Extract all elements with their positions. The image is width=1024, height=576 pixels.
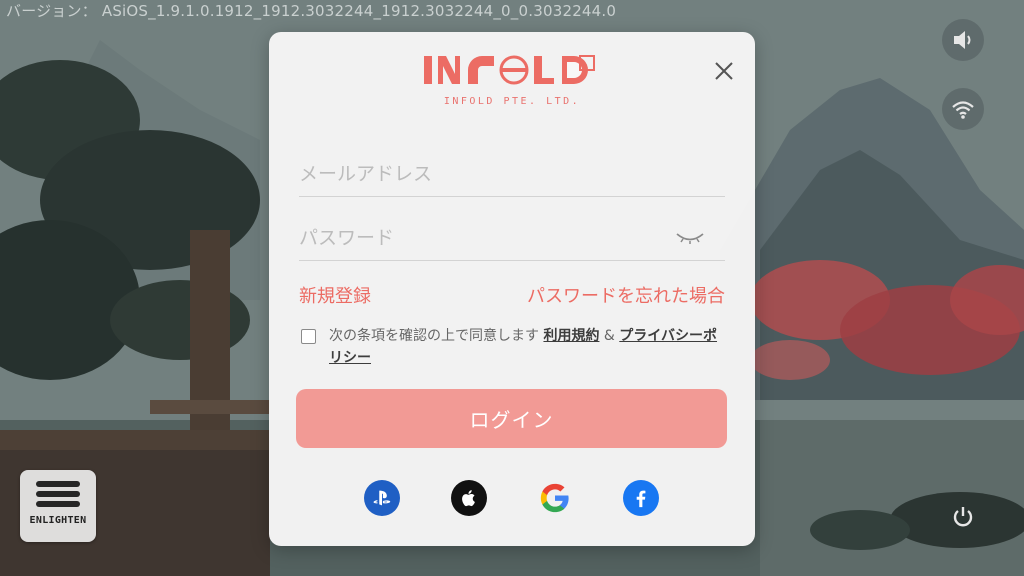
network-button[interactable] — [942, 88, 984, 130]
password-input[interactable] — [299, 227, 725, 249]
infold-logo: INFOLD PTE. LTD. — [269, 54, 755, 107]
facebook-icon — [636, 490, 646, 508]
wifi-icon — [952, 101, 974, 119]
password-field[interactable] — [299, 216, 725, 261]
eye-closed-icon[interactable] — [675, 231, 705, 245]
email-field[interactable] — [299, 152, 725, 197]
volume-button[interactable] — [942, 19, 984, 61]
menu-bar — [36, 501, 80, 507]
login-button[interactable]: ログイン — [296, 389, 727, 448]
version-text: バージョン： ASiOS_1.9.1.0.1912_1912.3032244_1… — [6, 2, 617, 20]
terms-agreement: 次の条項を確認の上で同意します 利用規約 & プライバシーポリシー — [301, 325, 721, 369]
menu-label: ENLIGHTEN — [29, 515, 87, 526]
facebook-login-button[interactable] — [623, 480, 659, 516]
forgot-password-link[interactable]: パスワードを忘れた場合 — [527, 282, 725, 308]
apple-icon — [462, 490, 475, 507]
menu-bar — [36, 491, 80, 497]
playstation-login-button[interactable] — [364, 480, 400, 516]
menu-bar — [36, 481, 80, 487]
email-input[interactable] — [299, 163, 725, 185]
terms-ampersand: & — [603, 328, 615, 344]
terms-text: 次の条項を確認の上で同意します 利用規約 & プライバシーポリシー — [301, 325, 721, 369]
power-button[interactable] — [942, 496, 984, 538]
company-name: INFOLD PTE. LTD. — [443, 96, 581, 107]
menu-button[interactable]: ENLIGHTEN — [20, 470, 96, 542]
speaker-icon — [954, 31, 971, 49]
terms-of-service-link[interactable]: 利用規約 — [543, 328, 599, 344]
terms-checkbox[interactable] — [301, 329, 316, 344]
playstation-icon — [373, 490, 391, 506]
apple-login-button[interactable] — [451, 480, 487, 516]
google-icon — [540, 483, 569, 513]
terms-prefix: 次の条項を確認の上で同意します — [329, 328, 539, 344]
login-dialog: INFOLD PTE. LTD. 新規登録 パスワードを忘れた場合 次の条項を確… — [269, 32, 755, 546]
google-login-button[interactable] — [537, 480, 573, 516]
power-icon — [953, 507, 973, 527]
register-link[interactable]: 新規登録 — [299, 282, 371, 308]
logo-mark — [424, 55, 595, 85]
